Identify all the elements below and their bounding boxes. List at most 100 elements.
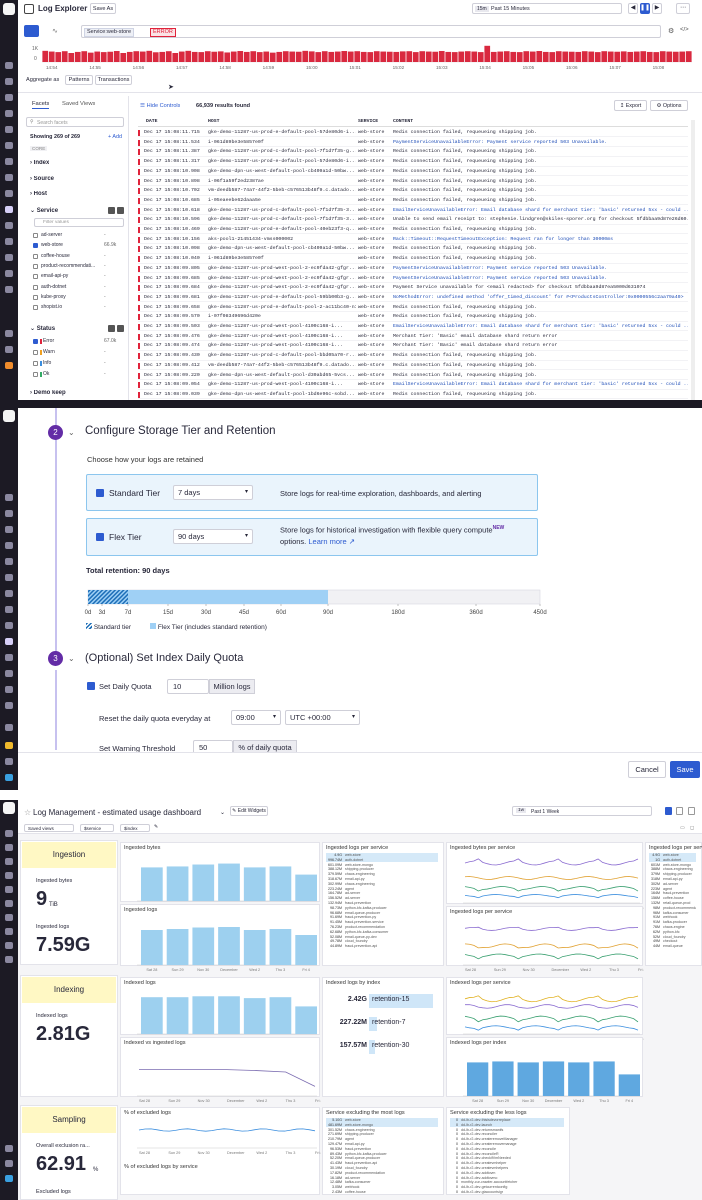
saved-views-tab[interactable]: Saved Views — [62, 101, 95, 107]
nav2-monitors-icon[interactable] — [5, 574, 13, 581]
pause-button[interactable]: ❚❚ — [640, 3, 650, 14]
most-excluding-toplist-row[interactable]: 2.43M coffee-house — [326, 1190, 438, 1195]
ingested-logs-per-service-3-widget[interactable]: Ingested logs per service4.9Gweb-store1G… — [645, 842, 702, 966]
nav2-synthetics-icon[interactable] — [5, 686, 13, 693]
fullscreen-icon[interactable]: ◻ — [690, 825, 694, 831]
log-row[interactable]: Dec 17 15:08:09.220 gke-demo-dpn-us-west-… — [138, 372, 688, 380]
log-row[interactable]: Dec 17 15:08:10.469 gke-demo-11287-us-pro… — [138, 226, 688, 235]
cancel-button[interactable]: Cancel — [628, 761, 666, 778]
log-row[interactable]: Dec 17 15:08:09.503 gke-demo-11287-us-pro… — [138, 323, 688, 332]
add-variable-icon[interactable]: ✎ — [154, 824, 158, 830]
log-row[interactable]: Dec 17 15:08:09.476 gke-demo-11287-us-pro… — [138, 333, 688, 342]
right-service-toplist-row[interactable]: 44M email-queue — [649, 944, 696, 949]
facet-group-status[interactable]: ⌄ Status — [30, 325, 55, 332]
service-checkbox[interactable] — [33, 253, 38, 259]
log-row[interactable]: Dec 17 15:08:10.908 gke-demo-dpn-us-west-… — [138, 168, 688, 177]
nav2-dashboards-icon[interactable] — [5, 542, 13, 549]
nav3-item-icon[interactable] — [5, 1145, 13, 1152]
log-row[interactable]: Dec 17 15:08:09.658 gke-demo-11287-us-pro… — [138, 304, 688, 313]
log-row[interactable]: Dec 17 15:08:10.898 i-06f1a59f2ed2387ae we… — [138, 178, 688, 186]
status-name[interactable]: Info — [43, 360, 51, 366]
nav-synthetics-icon[interactable] — [5, 254, 13, 261]
log-row[interactable]: Dec 17 15:08:09.430 gke-demo-11287-us-pro… — [138, 352, 688, 361]
datadog-logo-icon-3[interactable] — [3, 802, 15, 814]
service-checkbox[interactable] — [33, 274, 38, 280]
nav3-item-icon[interactable] — [5, 942, 13, 949]
facet-group-source[interactable]: › Source — [30, 176, 54, 182]
dashboard-title[interactable]: Log Management - estimated usage dashboa… — [33, 808, 201, 817]
service-toplist-row[interactable]: 44.89M fraud-prevention-api — [326, 944, 438, 949]
service-name[interactable]: shopist.io — [41, 304, 62, 310]
add-facet-button[interactable]: + Add — [108, 134, 122, 140]
learn-more-link[interactable]: Learn more — [308, 537, 346, 546]
query-error-chip[interactable]: ERROR — [150, 28, 176, 37]
nav2-ux-icon[interactable] — [5, 670, 13, 677]
log-row[interactable]: Dec 17 15:08:10.040 i-061d89be3e5857e0f we… — [138, 255, 688, 264]
datadog-logo-icon-2[interactable] — [3, 410, 15, 422]
log-row[interactable]: Dec 17 15:08:10.685 i-05eaeebe62daaa5e web… — [138, 197, 688, 206]
nav-ux-icon[interactable] — [5, 238, 13, 245]
service-name[interactable]: kube-proxy — [41, 294, 66, 300]
settings-gear-icon[interactable]: ⚙ — [668, 27, 674, 35]
log-row[interactable]: Dec 17 15:08:11.317 gke-demo-11287-us-pro… — [138, 158, 688, 167]
log-row[interactable]: Dec 17 15:08:09.570 i-07f08349696d420e web… — [138, 313, 688, 322]
nav2-user-icon[interactable] — [5, 774, 13, 781]
service-name[interactable]: web-store — [41, 242, 63, 248]
dash-play-button[interactable] — [676, 807, 683, 815]
code-view-icon[interactable]: </> — [680, 27, 689, 33]
more-options-icon[interactable]: ⋯ — [676, 3, 690, 14]
step-3-chevron-icon[interactable]: ⌄ — [68, 654, 75, 663]
standard-retention-select[interactable]: 7 days ▾ — [173, 485, 253, 500]
favorite-star-icon[interactable]: ☆ — [24, 808, 31, 817]
status-name[interactable]: Error — [43, 338, 54, 344]
chart-view-icon[interactable]: ∿ — [52, 27, 58, 35]
list-view-icon[interactable] — [24, 25, 39, 37]
nav2-team-icon[interactable] — [5, 758, 13, 765]
nav2-help-icon[interactable] — [5, 742, 13, 749]
nav2-logs-icon[interactable] — [5, 638, 13, 645]
daily-quota-input[interactable]: 10 — [167, 679, 209, 694]
flex-retention-select[interactable]: 90 days ▾ — [173, 529, 253, 544]
dash-time-picker[interactable]: 1w Past 1 Week — [512, 806, 652, 816]
step-2-chevron-icon[interactable]: ⌄ — [68, 428, 75, 437]
reset-time-select[interactable]: 09:00 ▾ — [231, 710, 281, 725]
export-button[interactable]: ↥ Export — [614, 100, 647, 111]
col-date[interactable]: DATE — [146, 119, 158, 124]
search-query-input[interactable]: Service:web-store ERROR — [81, 25, 661, 38]
excluding-most-widget[interactable]: Service excluding the most logs 5.10G web-… — [322, 1107, 444, 1195]
excluding-less-widget[interactable]: Service excluding the less logs 0 dd-lb-r2… — [446, 1107, 570, 1195]
service-name[interactable]: coffee-house — [41, 253, 70, 259]
flex-tier-checkbox[interactable] — [96, 533, 104, 541]
log-row[interactable]: Dec 17 15:08:09.474 gke-demo-11287-us-pro… — [138, 342, 688, 351]
status-checkbox[interactable] — [33, 361, 38, 366]
nav3-item-icon[interactable] — [5, 1160, 13, 1167]
log-row[interactable]: Dec 17 15:08:11.715 gke-demo-11287-us-pro… — [138, 129, 688, 138]
nav-apm-icon[interactable] — [5, 190, 13, 197]
log-row[interactable]: Dec 17 15:08:10.702 vm-deedb587-74a7-44f2… — [138, 187, 688, 196]
nav-watchdog-icon[interactable] — [5, 78, 13, 85]
hide-controls-button[interactable]: ☰ Hide Controls — [140, 103, 180, 109]
nav-dashboards-icon[interactable] — [5, 110, 13, 117]
save-as-button[interactable]: Save As — [90, 3, 116, 14]
nav3-item-icon[interactable] — [5, 928, 13, 935]
indexed-logs-per-service-widget[interactable]: Indexed logs per service Sat 28Sun 29Nov … — [446, 977, 644, 1041]
service-name[interactable]: email-api-py — [41, 273, 68, 279]
facets-tab[interactable]: Facets — [32, 101, 50, 109]
facet-group-index[interactable]: › Index — [30, 160, 49, 166]
service-name[interactable]: ad-server — [41, 232, 62, 238]
nav-events-icon[interactable] — [5, 94, 13, 101]
save-button[interactable]: Save — [670, 761, 700, 778]
service-checkbox[interactable] — [33, 233, 38, 238]
less-excluding-toplist-row[interactable]: 0 dd-lb-r2-dev-gtaccountsigr — [450, 1190, 564, 1195]
log-row[interactable]: Dec 17 15:08:10.618 gke-demo-11287-us-pro… — [138, 207, 688, 216]
edit-widgets-button[interactable]: ✎ Edit Widgets — [230, 806, 268, 816]
status-checkbox[interactable] — [33, 372, 38, 377]
col-host[interactable]: HOST — [208, 119, 220, 124]
log-scrollbar[interactable] — [691, 120, 695, 400]
nav2-search-icon[interactable] — [5, 494, 13, 501]
nav-search-icon[interactable] — [5, 62, 13, 69]
log-row[interactable]: Dec 17 15:08:11.387 gke-demo-11287-us-pro… — [138, 148, 688, 157]
indexed-logs-per-index-widget[interactable]: Indexed logs per index Sat 28 Sun 29 Nov 30… — [446, 1037, 643, 1103]
step-back-button[interactable]: ◀ — [628, 3, 638, 14]
nav3-item-icon[interactable] — [5, 872, 13, 879]
